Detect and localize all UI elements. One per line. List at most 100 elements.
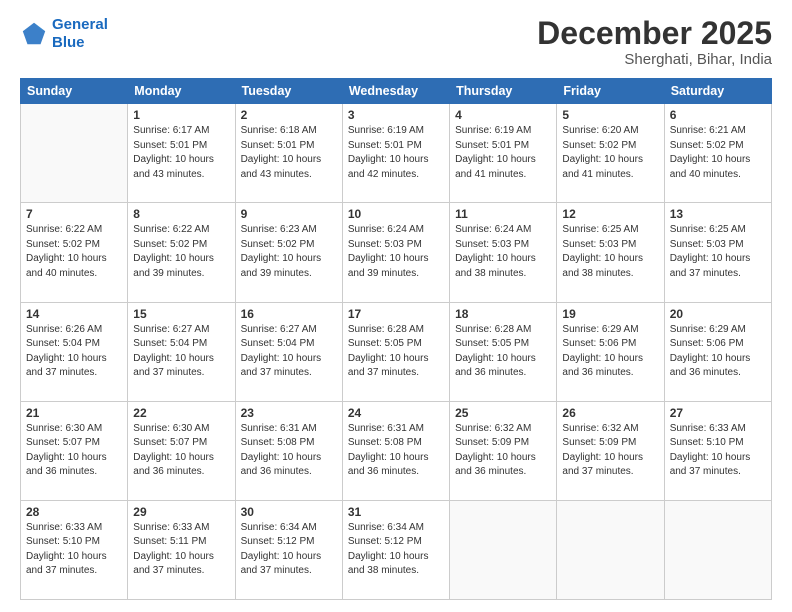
- logo-text: General Blue: [52, 16, 108, 52]
- day-number: 2: [241, 108, 337, 122]
- weekday-header-monday: Monday: [128, 79, 235, 104]
- week-row-1: 1Sunrise: 6:17 AM Sunset: 5:01 PM Daylig…: [21, 104, 772, 203]
- day-number: 18: [455, 307, 551, 321]
- day-info: Sunrise: 6:32 AM Sunset: 5:09 PM Dayligh…: [455, 422, 551, 480]
- calendar-cell: 2 Sunrise: 6:18 AM Sunset: 5:01 PM Daylig…: [235, 104, 342, 203]
- calendar-cell: 13 Sunrise: 6:25 AM Sunset: 5:03 PM Dayli…: [664, 203, 771, 302]
- title-block: December 2025 Sherghati, Bihar, India: [537, 16, 772, 68]
- day-info: Sunrise: 6:33 AM Sunset: 5:10 PM Dayligh…: [26, 521, 122, 579]
- day-number: 6: [670, 108, 766, 122]
- day-number: 13: [670, 207, 766, 221]
- calendar-cell: 3 Sunrise: 6:19 AM Sunset: 5:01 PM Daylig…: [342, 104, 449, 203]
- calendar-cell: 22 Sunrise: 6:30 AM Sunset: 5:07 PM Dayli…: [128, 401, 235, 500]
- day-number: 8: [133, 207, 229, 221]
- day-info: Sunrise: 6:30 AM Sunset: 5:07 PM Dayligh…: [26, 422, 122, 480]
- day-number: 17: [348, 307, 444, 321]
- week-row-3: 14 Sunrise: 6:26 AM Sunset: 5:04 PM Dayli…: [21, 302, 772, 401]
- day-info: Sunrise: 6:19 AM Sunset: 5:01 PM Dayligh…: [455, 124, 551, 182]
- calendar-cell: [664, 500, 771, 599]
- day-number: 15: [133, 307, 229, 321]
- day-info: Sunrise: 6:18 AM Sunset: 5:01 PM Dayligh…: [241, 124, 337, 182]
- calendar-cell: 16Sunrise: 6:27 AM Sunset: 5:04 PM Dayli…: [235, 302, 342, 401]
- day-info: Sunrise: 6:26 AM Sunset: 5:04 PM Dayligh…: [26, 323, 122, 381]
- day-info: Sunrise: 6:31 AM Sunset: 5:08 PM Dayligh…: [241, 422, 337, 480]
- day-info: Sunrise: 6:34 AM Sunset: 5:12 PM Dayligh…: [348, 521, 444, 579]
- calendar-cell: 31 Sunrise: 6:34 AM Sunset: 5:12 PM Dayli…: [342, 500, 449, 599]
- weekday-header-sunday: Sunday: [21, 79, 128, 104]
- week-row-4: 21 Sunrise: 6:30 AM Sunset: 5:07 PM Dayli…: [21, 401, 772, 500]
- day-info: Sunrise: 6:25 AM Sunset: 5:03 PM Dayligh…: [562, 223, 658, 281]
- day-number: 29: [133, 505, 229, 519]
- day-info: Sunrise: 6:25 AM Sunset: 5:03 PM Dayligh…: [670, 223, 766, 281]
- day-info: Sunrise: 6:28 AM Sunset: 5:05 PM Dayligh…: [455, 323, 551, 381]
- calendar-body: 1Sunrise: 6:17 AM Sunset: 5:01 PM Daylig…: [21, 104, 772, 600]
- calendar-cell: 30 Sunrise: 6:34 AM Sunset: 5:12 PM Dayli…: [235, 500, 342, 599]
- day-number: 21: [26, 406, 122, 420]
- calendar-cell: 10 Sunrise: 6:24 AM Sunset: 5:03 PM Dayli…: [342, 203, 449, 302]
- day-info: Sunrise: 6:23 AM Sunset: 5:02 PM Dayligh…: [241, 223, 337, 281]
- calendar-cell: 4 Sunrise: 6:19 AM Sunset: 5:01 PM Daylig…: [450, 104, 557, 203]
- day-info: Sunrise: 6:32 AM Sunset: 5:09 PM Dayligh…: [562, 422, 658, 480]
- day-info: Sunrise: 6:28 AM Sunset: 5:05 PM Dayligh…: [348, 323, 444, 381]
- weekday-header-saturday: Saturday: [664, 79, 771, 104]
- calendar-cell: 24Sunrise: 6:31 AM Sunset: 5:08 PM Dayli…: [342, 401, 449, 500]
- calendar-cell: 29 Sunrise: 6:33 AM Sunset: 5:11 PM Dayli…: [128, 500, 235, 599]
- day-number: 28: [26, 505, 122, 519]
- calendar-cell: 7 Sunrise: 6:22 AM Sunset: 5:02 PM Daylig…: [21, 203, 128, 302]
- calendar-cell: 1Sunrise: 6:17 AM Sunset: 5:01 PM Daylig…: [128, 104, 235, 203]
- calendar-cell: 21 Sunrise: 6:30 AM Sunset: 5:07 PM Dayli…: [21, 401, 128, 500]
- day-info: Sunrise: 6:29 AM Sunset: 5:06 PM Dayligh…: [670, 323, 766, 381]
- weekday-header-wednesday: Wednesday: [342, 79, 449, 104]
- day-number: 31: [348, 505, 444, 519]
- calendar-table: SundayMondayTuesdayWednesdayThursdayFrid…: [20, 78, 772, 600]
- day-info: Sunrise: 6:24 AM Sunset: 5:03 PM Dayligh…: [455, 223, 551, 281]
- day-number: 9: [241, 207, 337, 221]
- day-number: 4: [455, 108, 551, 122]
- day-info: Sunrise: 6:34 AM Sunset: 5:12 PM Dayligh…: [241, 521, 337, 579]
- day-number: 11: [455, 207, 551, 221]
- day-number: 14: [26, 307, 122, 321]
- calendar-cell: 6Sunrise: 6:21 AM Sunset: 5:02 PM Daylig…: [664, 104, 771, 203]
- calendar-cell: 19Sunrise: 6:29 AM Sunset: 5:06 PM Dayli…: [557, 302, 664, 401]
- day-number: 10: [348, 207, 444, 221]
- day-number: 5: [562, 108, 658, 122]
- day-info: Sunrise: 6:29 AM Sunset: 5:06 PM Dayligh…: [562, 323, 658, 381]
- calendar-cell: 5 Sunrise: 6:20 AM Sunset: 5:02 PM Daylig…: [557, 104, 664, 203]
- day-number: 22: [133, 406, 229, 420]
- calendar-cell: 25Sunrise: 6:32 AM Sunset: 5:09 PM Dayli…: [450, 401, 557, 500]
- calendar-cell: 14 Sunrise: 6:26 AM Sunset: 5:04 PM Dayli…: [21, 302, 128, 401]
- day-info: Sunrise: 6:33 AM Sunset: 5:11 PM Dayligh…: [133, 521, 229, 579]
- weekday-header-friday: Friday: [557, 79, 664, 104]
- weekday-header-row: SundayMondayTuesdayWednesdayThursdayFrid…: [21, 79, 772, 104]
- calendar-cell: 28 Sunrise: 6:33 AM Sunset: 5:10 PM Dayli…: [21, 500, 128, 599]
- week-row-2: 7 Sunrise: 6:22 AM Sunset: 5:02 PM Daylig…: [21, 203, 772, 302]
- calendar-cell: 8 Sunrise: 6:22 AM Sunset: 5:02 PM Daylig…: [128, 203, 235, 302]
- calendar-cell: 18 Sunrise: 6:28 AM Sunset: 5:05 PM Dayli…: [450, 302, 557, 401]
- weekday-header-thursday: Thursday: [450, 79, 557, 104]
- day-info: Sunrise: 6:27 AM Sunset: 5:04 PM Dayligh…: [133, 323, 229, 381]
- month-title: December 2025: [537, 16, 772, 51]
- day-number: 16: [241, 307, 337, 321]
- calendar-cell: [450, 500, 557, 599]
- day-number: 20: [670, 307, 766, 321]
- logo: General Blue: [20, 16, 108, 52]
- day-number: 23: [241, 406, 337, 420]
- day-number: 30: [241, 505, 337, 519]
- day-info: Sunrise: 6:24 AM Sunset: 5:03 PM Dayligh…: [348, 223, 444, 281]
- day-number: 7: [26, 207, 122, 221]
- logo-icon: [20, 20, 48, 48]
- calendar-cell: 26Sunrise: 6:32 AM Sunset: 5:09 PM Dayli…: [557, 401, 664, 500]
- week-row-5: 28 Sunrise: 6:33 AM Sunset: 5:10 PM Dayli…: [21, 500, 772, 599]
- day-number: 3: [348, 108, 444, 122]
- day-number: 27: [670, 406, 766, 420]
- calendar-cell: [557, 500, 664, 599]
- day-info: Sunrise: 6:20 AM Sunset: 5:02 PM Dayligh…: [562, 124, 658, 182]
- calendar-cell: 9 Sunrise: 6:23 AM Sunset: 5:02 PM Daylig…: [235, 203, 342, 302]
- day-info: Sunrise: 6:22 AM Sunset: 5:02 PM Dayligh…: [26, 223, 122, 281]
- day-info: Sunrise: 6:22 AM Sunset: 5:02 PM Dayligh…: [133, 223, 229, 281]
- day-info: Sunrise: 6:30 AM Sunset: 5:07 PM Dayligh…: [133, 422, 229, 480]
- day-info: Sunrise: 6:19 AM Sunset: 5:01 PM Dayligh…: [348, 124, 444, 182]
- header: General Blue December 2025 Sherghati, Bi…: [20, 16, 772, 68]
- location-title: Sherghati, Bihar, India: [537, 51, 772, 68]
- day-info: Sunrise: 6:33 AM Sunset: 5:10 PM Dayligh…: [670, 422, 766, 480]
